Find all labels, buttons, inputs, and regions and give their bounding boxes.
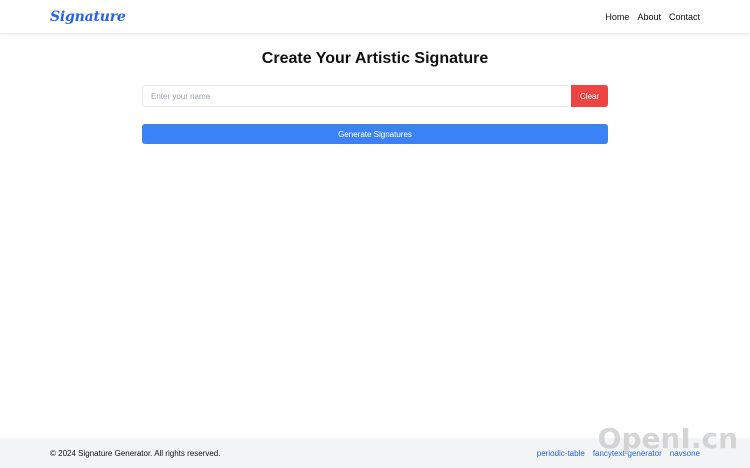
nav-about-link[interactable]: About bbox=[637, 12, 661, 22]
main-content: Create Your Artistic Signature Clear Gen… bbox=[0, 33, 750, 438]
copyright-text: © 2024 Signature Generator. All rights r… bbox=[50, 448, 221, 458]
page-title: Create Your Artistic Signature bbox=[261, 50, 489, 67]
name-input-row: Clear bbox=[142, 85, 608, 107]
logo[interactable]: Signature bbox=[50, 9, 126, 25]
site-header: Signature Home About Contact bbox=[0, 0, 750, 33]
footer-link-periodic-table[interactable]: periodic-table bbox=[537, 449, 585, 458]
clear-button[interactable]: Clear bbox=[571, 85, 608, 107]
site-footer: © 2024 Signature Generator. All rights r… bbox=[0, 438, 750, 468]
nav-contact-link[interactable]: Contact bbox=[669, 12, 700, 22]
nav-home-link[interactable]: Home bbox=[605, 12, 629, 22]
footer-link-fancytext-generator[interactable]: fancytext-generator bbox=[593, 449, 662, 458]
main-nav: Home About Contact bbox=[605, 12, 700, 22]
generate-signatures-button[interactable]: Generate Signatures bbox=[142, 124, 608, 144]
name-input[interactable] bbox=[142, 85, 571, 107]
footer-link-navsone[interactable]: navsone bbox=[670, 449, 700, 458]
footer-links: periodic-table fancytext-generator navso… bbox=[537, 449, 700, 458]
